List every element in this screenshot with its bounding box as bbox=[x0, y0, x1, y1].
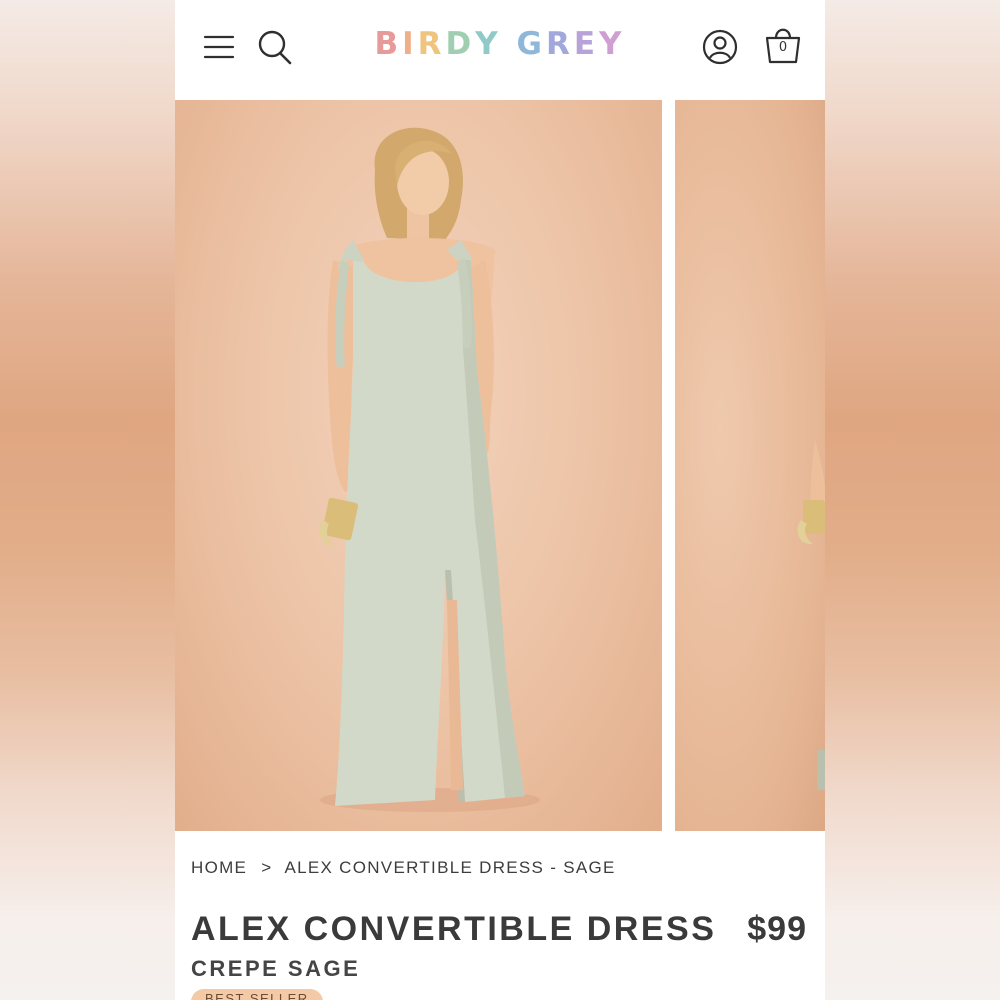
breadcrumb-home-link[interactable]: HOME bbox=[191, 858, 247, 877]
product-title: ALEX CONVERTIBLE DRESS bbox=[191, 910, 717, 948]
cart-count-badge: 0 bbox=[778, 40, 788, 55]
logo-letter: Y bbox=[599, 26, 626, 62]
logo-letter: Y bbox=[475, 26, 502, 62]
logo-letter: E bbox=[573, 26, 600, 62]
logo-letter: R bbox=[417, 26, 446, 62]
product-price: $99 bbox=[747, 910, 807, 948]
breadcrumb-current: ALEX CONVERTIBLE DRESS - SAGE bbox=[284, 858, 616, 877]
logo-letter: G bbox=[516, 26, 546, 62]
search-icon[interactable] bbox=[257, 28, 293, 66]
best-seller-badge: BEST SELLER bbox=[191, 989, 323, 1000]
breadcrumb: HOME > ALEX CONVERTIBLE DRESS - SAGE bbox=[191, 858, 616, 878]
logo-letter bbox=[502, 24, 517, 64]
account-icon[interactable] bbox=[701, 28, 739, 66]
mobile-page: BIRDY GREY 0 HOME > ALEX CONVERTIBLE DRE… bbox=[175, 0, 825, 1000]
product-subtitle: CREPE SAGE bbox=[191, 956, 361, 981]
logo-letter: I bbox=[402, 26, 418, 62]
menu-icon[interactable] bbox=[203, 32, 235, 62]
logo-letter: B bbox=[374, 26, 403, 62]
logo-letter: R bbox=[545, 26, 574, 62]
product-image-gallery[interactable] bbox=[175, 100, 825, 831]
breadcrumb-separator: > bbox=[261, 858, 273, 877]
cart-icon[interactable]: 0 bbox=[763, 24, 803, 66]
product-image-main[interactable] bbox=[175, 100, 662, 831]
logo-letter: D bbox=[445, 26, 476, 62]
product-image-next[interactable] bbox=[675, 100, 825, 831]
site-header: BIRDY GREY 0 bbox=[175, 0, 825, 100]
brand-logo[interactable]: BIRDY GREY bbox=[355, 24, 645, 64]
